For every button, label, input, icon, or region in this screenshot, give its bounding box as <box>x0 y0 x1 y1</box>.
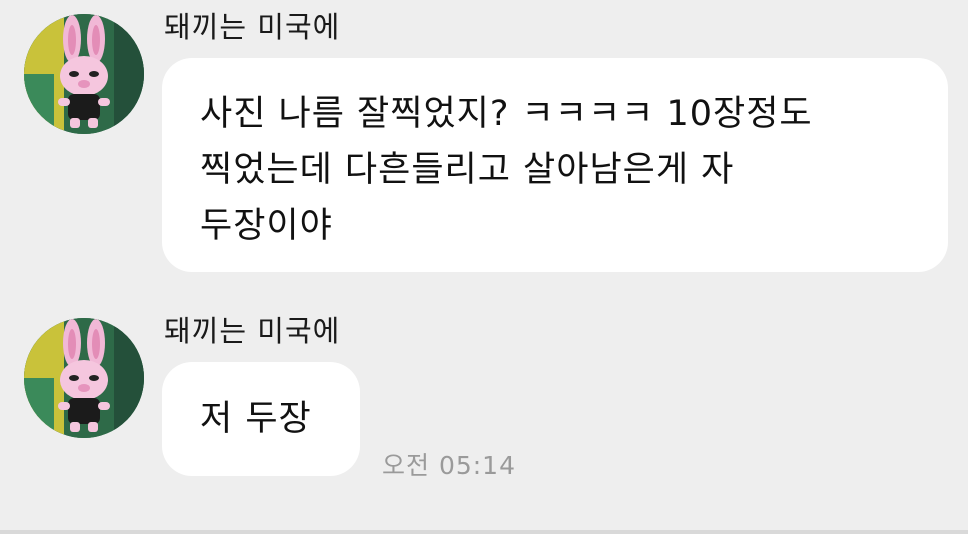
sender-avatar[interactable] <box>24 14 144 134</box>
sender-name: 돼끼는 미국에 <box>164 10 341 44</box>
bottom-divider <box>0 530 968 534</box>
plush-bunny-avatar-icon <box>24 318 144 438</box>
message-bubble[interactable]: 사진 나름 잘찍었지? ㅋㅋㅋㅋ 10장정도 찍었는데 다흔들리고 살아남은게 … <box>162 58 948 272</box>
sender-avatar[interactable] <box>24 318 144 438</box>
sender-name: 돼끼는 미국에 <box>164 314 341 348</box>
message-timestamp: 오전 05:14 <box>382 451 516 480</box>
message-bubble[interactable]: 저 두장 <box>162 362 360 476</box>
plush-bunny-avatar-icon <box>24 14 144 134</box>
